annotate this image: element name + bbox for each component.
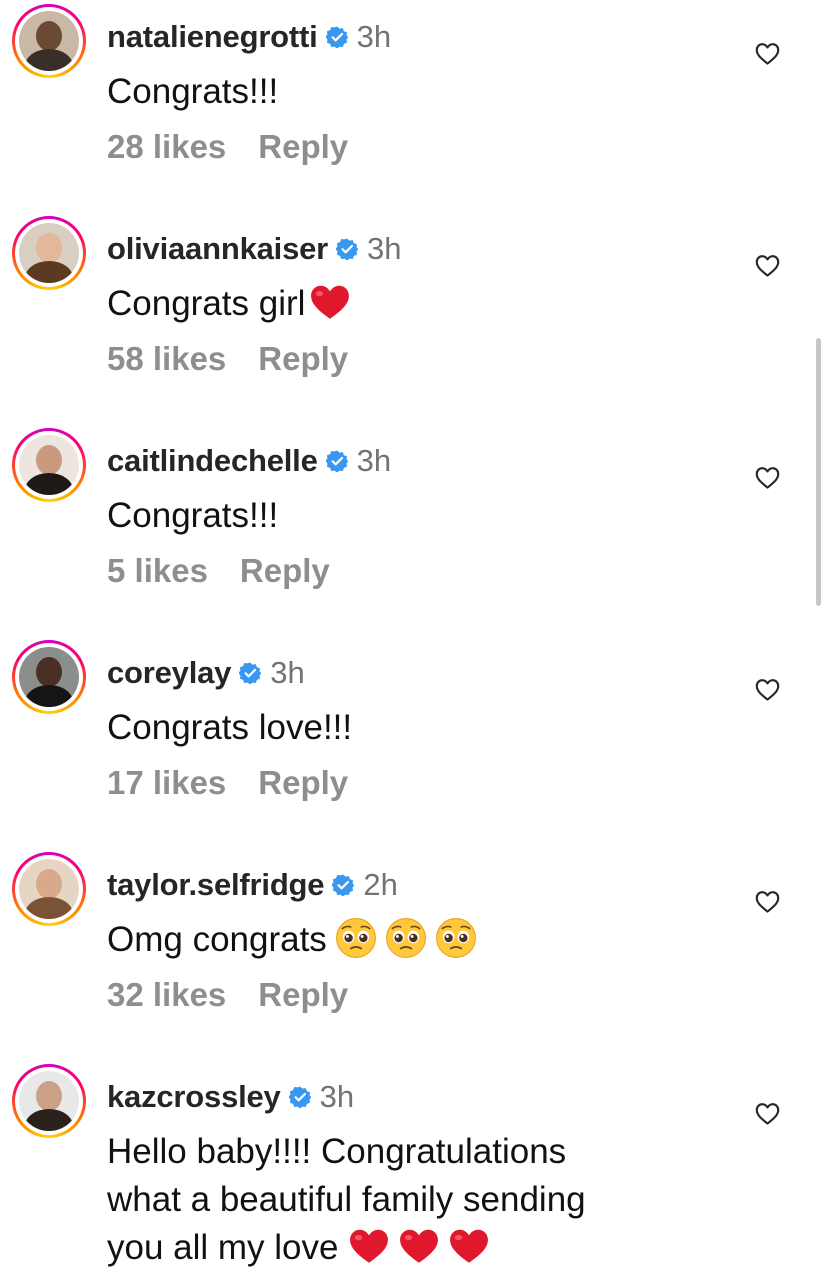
red-heart-emoji-icon [350, 1229, 389, 1263]
comment-likes[interactable]: 32 likes [107, 976, 226, 1013]
comment-timestamp: 3h [367, 231, 402, 266]
red-heart-emoji-icon [311, 285, 350, 319]
comment-text: Hello baby!!!! Congratulations what a bea… [107, 1132, 586, 1267]
avatar[interactable] [12, 4, 86, 78]
comment-likes[interactable]: 28 likes [107, 128, 226, 165]
reply-button[interactable]: Reply [240, 552, 330, 589]
comment-text: Omg congrats [107, 916, 477, 964]
comment-text: Congrats love!!! [107, 708, 353, 747]
comment-username[interactable]: kazcrossley [107, 1079, 281, 1115]
reply-button[interactable]: Reply [258, 764, 348, 801]
comment-timestamp: 3h [356, 443, 392, 478]
comment-timestamp: 3h [356, 19, 392, 54]
avatar[interactable] [12, 852, 86, 926]
verified-badge-icon [336, 238, 359, 260]
heart-outline-icon[interactable] [755, 678, 780, 701]
comment-likes[interactable]: 17 likes [107, 764, 226, 801]
comment-timestamp: 2h [363, 867, 398, 902]
comment-timestamp: 3h [319, 1079, 355, 1114]
comment-text: Congrats!!! [107, 496, 279, 535]
comment-timestamp: 3h [270, 655, 305, 690]
verified-badge-icon [325, 26, 348, 48]
red-heart-emoji-icon [450, 1229, 489, 1263]
verified-badge-icon [288, 1086, 311, 1108]
comment-username[interactable]: coreylay [107, 655, 231, 691]
red-heart-emoji-icon [400, 1229, 439, 1263]
avatar[interactable] [12, 216, 86, 290]
avatar[interactable] [12, 428, 86, 502]
comment-username[interactable]: caitlindechelle [107, 443, 318, 479]
comment-likes[interactable]: 58 likes [107, 340, 226, 377]
comment-username[interactable]: taylor.selfridge [107, 867, 325, 903]
comment-likes[interactable]: 5 likes [107, 552, 208, 589]
comment-username[interactable]: oliviaannkaiser [107, 231, 328, 267]
scrollbar[interactable] [816, 338, 821, 606]
pleading-face-emoji-icon [385, 918, 426, 958]
heart-outline-icon[interactable] [755, 254, 780, 277]
avatar[interactable] [12, 1064, 86, 1138]
heart-outline-icon[interactable] [755, 42, 780, 65]
comment-username[interactable]: natalienegrotti [107, 19, 318, 55]
heart-outline-icon[interactable] [755, 890, 780, 913]
comment-text: Congrats girl [107, 280, 351, 328]
verified-badge-icon [332, 874, 355, 896]
pleading-face-emoji-icon [435, 918, 476, 958]
pleading-face-emoji-icon [335, 918, 376, 958]
verified-badge-icon [325, 450, 348, 472]
reply-button[interactable]: Reply [258, 128, 348, 165]
heart-outline-icon[interactable] [755, 1102, 780, 1125]
reply-button[interactable]: Reply [258, 340, 348, 377]
verified-badge-icon [239, 662, 262, 684]
avatar[interactable] [12, 640, 86, 714]
heart-outline-icon[interactable] [755, 466, 780, 489]
reply-button[interactable]: Reply [258, 976, 348, 1013]
comment-text: Congrats!!! [107, 72, 279, 111]
